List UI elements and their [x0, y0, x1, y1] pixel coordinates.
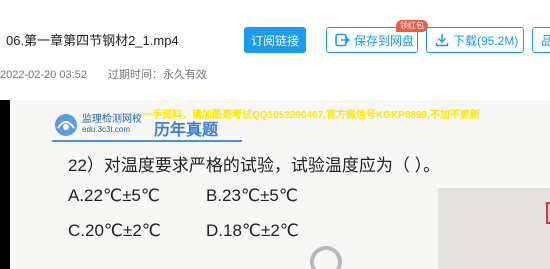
subscribe-button[interactable]: 订阅链接: [244, 27, 306, 53]
red-packet-badge[interactable]: 领红包: [396, 20, 428, 32]
save-label: 保存到网盘: [354, 33, 415, 48]
file-meta: 2022-02-20 03:52 过期时间：永久有效: [0, 66, 207, 82]
lecturer-inset: [438, 188, 550, 269]
option-a: A.22℃±5℃: [68, 186, 160, 205]
subscribe-label: 订阅链接: [250, 33, 299, 48]
video-frame: 监理检测网校 edu.3c3t.com 一手资料，请加酷哥考试QQ1052290…: [10, 100, 550, 269]
download-button[interactable]: 下载(95.2M): [426, 27, 524, 53]
question-text: 22）对温度要求严格的试验，试验温度应为（ ）。: [68, 156, 441, 175]
more-label: 品: [541, 33, 550, 48]
file-title: 06.第一章第四节钢材2_1.mp4: [6, 33, 179, 48]
header-divider: [52, 140, 242, 142]
option-b: B.23℃±5℃: [206, 186, 298, 205]
section-title: 历年真题: [154, 122, 219, 139]
more-button[interactable]: 品: [532, 27, 550, 53]
school-website: edu.3c3t.com: [82, 125, 131, 134]
upload-date: 2022-02-20 03:52: [0, 69, 87, 81]
download-label: 下载(95.2M): [453, 33, 519, 48]
expire-time: 过期时间：永久有效: [107, 69, 207, 81]
school-name: 监理检测网校: [82, 114, 142, 125]
inset-background-object: [546, 202, 550, 224]
video-player[interactable]: 监理检测网校 edu.3c3t.com 一手资料，请加酷哥考试QQ1052290…: [0, 100, 550, 269]
option-d: D.18℃±2℃: [206, 221, 299, 240]
option-c: C.20℃±2℃: [68, 221, 161, 240]
save-icon: [335, 33, 350, 47]
school-logo-icon: [55, 114, 77, 136]
loading-spinner-icon: [310, 246, 342, 269]
download-icon: [435, 34, 449, 47]
file-header: 06.第一章第四节钢材2_1.mp4 2022-02-20 03:52 过期时间…: [0, 0, 550, 95]
